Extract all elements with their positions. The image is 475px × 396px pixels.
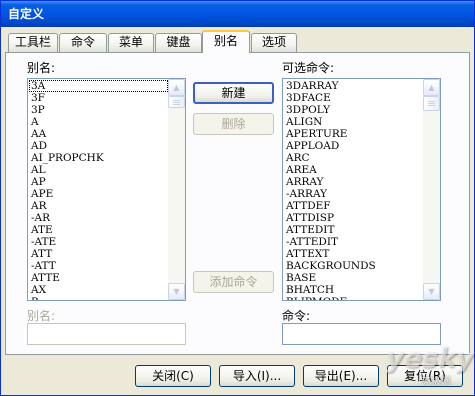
alias-list-item[interactable]: B	[29, 296, 168, 300]
scroll-thumb[interactable]	[168, 96, 185, 108]
commands-list-item[interactable]: ATTDISP	[284, 212, 423, 224]
new-alias-button[interactable]: 新建	[193, 82, 274, 104]
commands-list-item[interactable]: AREA	[284, 164, 423, 176]
commands-list-item[interactable]: APPLOAD	[284, 140, 423, 152]
alias-list-item[interactable]: AP	[29, 176, 168, 188]
commands-list-items: 3DARRAY 3DFACE 3DPOLY ALIGN APERTURE APPLOAD A…	[284, 80, 423, 300]
alias-list-item[interactable]: AA	[29, 128, 168, 140]
scroll-down-icon[interactable]: ▼	[423, 283, 440, 300]
tab-keyboard[interactable]: 键盘	[155, 33, 202, 52]
command-field-label: 命令:	[282, 309, 311, 323]
commands-list-item[interactable]: BHATCH	[284, 284, 423, 296]
tab-menus[interactable]: 菜单	[108, 33, 154, 52]
scroll-up-icon[interactable]: ▲	[168, 79, 185, 96]
tab-aliases[interactable]: 别名	[202, 30, 250, 53]
export-button[interactable]: 导出(E)...	[303, 365, 379, 387]
tab-commands[interactable]: 命令	[59, 33, 107, 52]
scroll-thumb[interactable]	[423, 96, 440, 111]
commands-list-item[interactable]: BLIPMODE	[284, 296, 423, 300]
commands-list-item[interactable]: BACKGROUNDS	[284, 260, 423, 272]
alias-list-item[interactable]: APE	[29, 188, 168, 200]
available-commands-label: 可选命令:	[282, 61, 335, 75]
alias-field[interactable]	[27, 323, 186, 345]
alias-list-item[interactable]: -ATT	[29, 260, 168, 272]
available-commands-list[interactable]: 3DARRAY 3DFACE 3DPOLY ALIGN APERTURE APPLOAD A…	[282, 78, 441, 301]
commands-list-item[interactable]: ARRAY	[284, 176, 423, 188]
alias-list-item[interactable]: -ATE	[29, 236, 168, 248]
alias-list-item[interactable]: AI_PROPCHK	[29, 152, 168, 164]
scroll-up-icon[interactable]: ▲	[423, 79, 440, 96]
commands-list-item[interactable]: BASE	[284, 272, 423, 284]
alias-list-item[interactable]: AX	[29, 284, 168, 296]
commands-list-item[interactable]: ATTEXT	[284, 248, 423, 260]
alias-list-scrollbar[interactable]: ▲ ▼	[168, 79, 185, 300]
tab-options[interactable]: 选项	[251, 33, 297, 52]
commands-list-item[interactable]: 3DARRAY	[284, 80, 423, 92]
commands-list-item[interactable]: -ATTEDIT	[284, 236, 423, 248]
aliases-panel: 别名: 3A 3F 3P A AA AD AI_PROPCHK AL AP APE AR -AR ATE…	[5, 52, 470, 355]
commands-list-scrollbar[interactable]: ▲ ▼	[423, 79, 440, 300]
tab-toolbars[interactable]: 工具栏	[8, 33, 58, 52]
alias-list-item[interactable]: 3P	[29, 104, 168, 116]
tab-strip: 工具栏 命令 菜单 键盘 别名 选项	[5, 30, 470, 53]
alias-list-item[interactable]: AL	[29, 164, 168, 176]
alias-list-item[interactable]: ATTE	[29, 272, 168, 284]
command-field[interactable]	[282, 323, 441, 345]
alias-list-item[interactable]: A	[29, 116, 168, 128]
commands-list-item[interactable]: APERTURE	[284, 128, 423, 140]
alias-list-items: 3A 3F 3P A AA AD AI_PROPCHK AL AP APE AR -AR ATE -ATE…	[29, 80, 168, 300]
commands-list-item[interactable]: ATTDEF	[284, 200, 423, 212]
add-command-button[interactable]: 添加命令	[193, 271, 274, 293]
customize-dialog: 自定义 工具栏 命令 菜单 键盘 别名 选项 别名: 3A 3F 3P A AA AD AI…	[0, 0, 475, 396]
commands-list-item[interactable]: ATTEDIT	[284, 224, 423, 236]
alias-list-item[interactable]: 3A	[29, 80, 168, 92]
alias-list-item[interactable]: 3F	[29, 92, 168, 104]
title-bar[interactable]: 自定义	[1, 1, 474, 27]
commands-list-item[interactable]: ALIGN	[284, 116, 423, 128]
close-button[interactable]: 关闭(C)	[135, 365, 211, 387]
commands-list-item[interactable]: -ARRAY	[284, 188, 423, 200]
import-button[interactable]: 导入(I)...	[219, 365, 295, 387]
alias-list-item[interactable]: -AR	[29, 212, 168, 224]
delete-alias-button[interactable]: 删除	[193, 113, 274, 135]
commands-list-item[interactable]: 3DPOLY	[284, 104, 423, 116]
scroll-down-icon[interactable]: ▼	[168, 283, 185, 300]
alias-list-item[interactable]: AR	[29, 200, 168, 212]
commands-list-item[interactable]: 3DFACE	[284, 92, 423, 104]
reset-button[interactable]: 复位(R)	[387, 365, 463, 387]
alias-field-label: 别名:	[27, 309, 56, 323]
window-title: 自定义	[8, 7, 45, 21]
alias-list[interactable]: 3A 3F 3P A AA AD AI_PROPCHK AL AP APE AR -AR ATE -ATE…	[27, 78, 186, 301]
alias-list-item[interactable]: ATE	[29, 224, 168, 236]
alias-list-item[interactable]: AD	[29, 140, 168, 152]
commands-list-item[interactable]: ARC	[284, 152, 423, 164]
alias-list-item[interactable]: ATT	[29, 248, 168, 260]
alias-list-label: 别名:	[27, 61, 56, 75]
